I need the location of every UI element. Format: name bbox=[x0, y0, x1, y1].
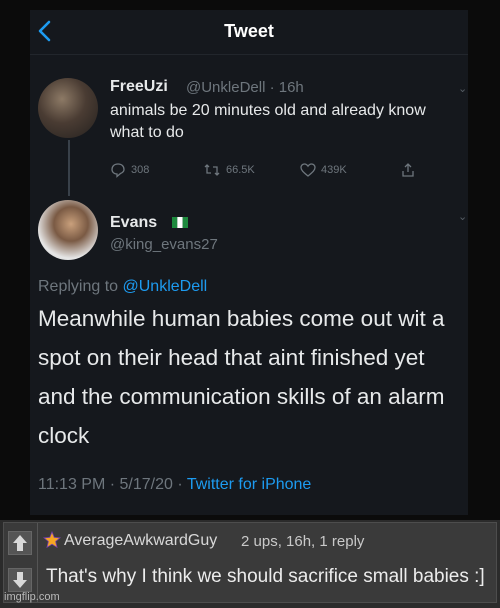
comment-text: That's why I think we should sacrifice s… bbox=[46, 566, 485, 587]
twitter-app: Tweet FreeUzi @UnkleDell · 16h ⌄ animals… bbox=[30, 10, 468, 515]
tweet-author-name[interactable]: Evans bbox=[110, 214, 157, 232]
tweet-timestamp: 11:13 PM · 5/17/20 · bbox=[38, 476, 187, 493]
tweet-author-name[interactable]: FreeUzi bbox=[110, 78, 168, 96]
tweet-screenshot: Tweet FreeUzi @UnkleDell · 16h ⌄ animals… bbox=[0, 0, 500, 520]
watermark: imgflip.com bbox=[4, 591, 60, 603]
heart-icon bbox=[300, 163, 316, 177]
comment-username[interactable]: AverageAwkwardGuy bbox=[64, 532, 217, 550]
reply-count: 308 bbox=[131, 164, 150, 176]
page-title: Tweet bbox=[224, 21, 274, 41]
avatar[interactable] bbox=[38, 200, 98, 260]
upvote-button[interactable] bbox=[8, 531, 32, 555]
reply-button[interactable]: 308 bbox=[110, 160, 149, 180]
avatar[interactable] bbox=[38, 78, 98, 138]
app-header: Tweet bbox=[30, 10, 468, 55]
retweet-icon bbox=[204, 164, 220, 176]
retweet-button[interactable]: 66.5K bbox=[203, 160, 255, 180]
tweet-text: Meanwhile human babies come out wit a sp… bbox=[38, 306, 445, 448]
tweet-actions: 308 66.5K 439K bbox=[110, 160, 450, 180]
mention-link[interactable]: @UnkleDell bbox=[123, 278, 208, 295]
comment-meta: 2 ups, 16h, 1 reply bbox=[241, 533, 365, 550]
nigeria-flag-icon bbox=[172, 217, 188, 228]
tweet-source-link[interactable]: Twitter for iPhone bbox=[187, 476, 312, 493]
thread-line bbox=[68, 140, 70, 196]
comment-box: AverageAwkwardGuy 2 ups, 16h, 1 reply Th… bbox=[3, 522, 497, 603]
replying-prefix: Replying to bbox=[38, 278, 123, 295]
share-icon bbox=[402, 163, 414, 177]
star-icon bbox=[43, 531, 61, 549]
tweet-author-handle[interactable]: @UnkleDell · 16h bbox=[186, 79, 304, 96]
tweet-meta: 11:13 PM · 5/17/20 · Twitter for iPhone bbox=[38, 476, 311, 494]
arrow-down-icon bbox=[13, 572, 27, 588]
downvote-button[interactable] bbox=[8, 568, 32, 592]
chevron-down-icon[interactable]: ⌄ bbox=[458, 82, 467, 95]
like-count: 439K bbox=[321, 164, 347, 176]
arrow-up-icon bbox=[13, 535, 27, 551]
tweet-author-handle[interactable]: @king_evans27 bbox=[110, 236, 218, 253]
share-button[interactable] bbox=[400, 160, 416, 180]
replying-to: Replying to @UnkleDell bbox=[38, 278, 207, 296]
reply-icon bbox=[111, 163, 125, 178]
chevron-down-icon[interactable]: ⌄ bbox=[458, 210, 467, 223]
tweet-text: animals be 20 minutes old and already kn… bbox=[110, 102, 426, 141]
like-button[interactable]: 439K bbox=[300, 160, 347, 180]
retweet-count: 66.5K bbox=[226, 164, 255, 176]
